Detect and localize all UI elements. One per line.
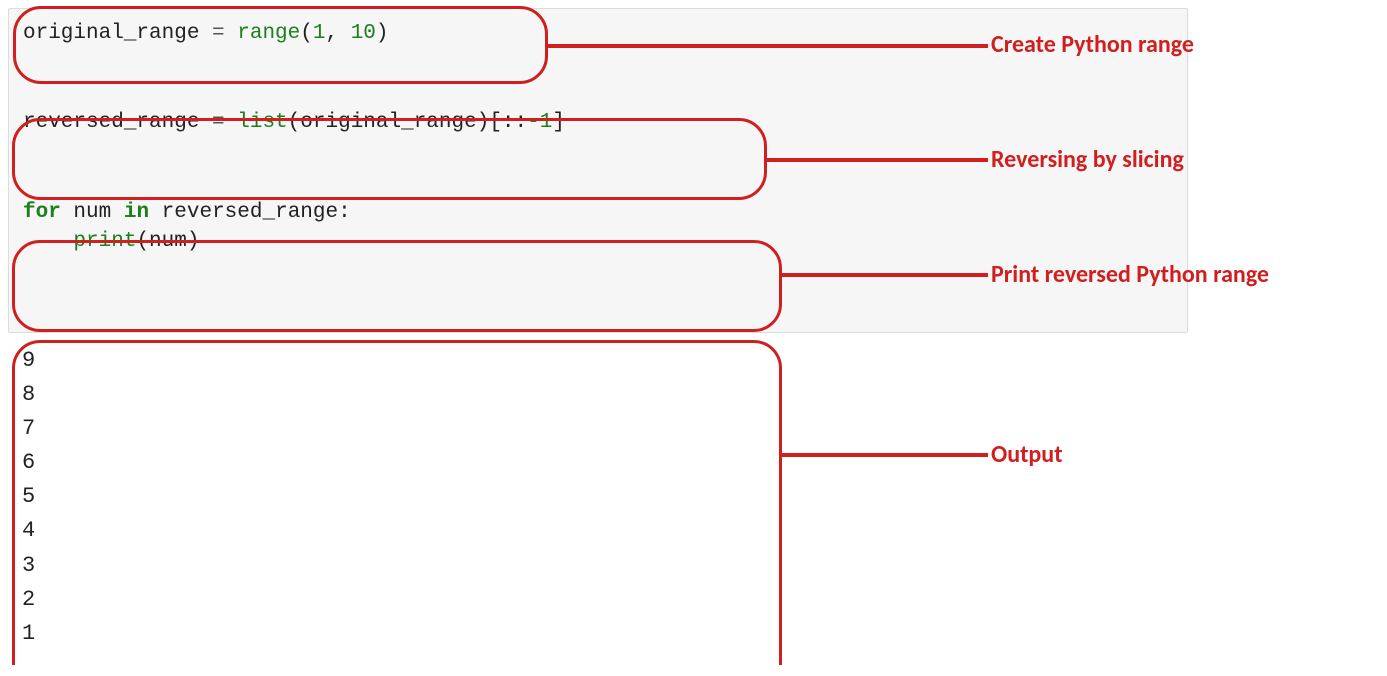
annotation-label-2: Reversing by slicing: [991, 145, 1184, 175]
token-fn: list: [237, 111, 287, 134]
output-line: 8: [22, 378, 1174, 412]
output-line: 1: [22, 617, 1174, 651]
code-line-3: for num in reversed_range:: [23, 198, 1173, 227]
token-iter: reversed_range:: [162, 201, 351, 224]
token-close: ): [376, 22, 389, 45]
output-line: 5: [22, 480, 1174, 514]
token-num: 1: [313, 22, 326, 45]
token-close: )[::: [477, 111, 527, 134]
blank-line: [23, 78, 1173, 108]
token-arg: num: [149, 230, 187, 253]
token-num: 10: [351, 22, 376, 45]
output-line: 3: [22, 549, 1174, 583]
token-var: num: [73, 201, 123, 224]
token-space: [61, 201, 74, 224]
token-var: reversed_range: [23, 111, 212, 134]
token-var: original_range: [23, 22, 212, 45]
token-eq: =: [212, 22, 237, 45]
output-block: 9 8 7 6 5 4 3 2 1: [8, 338, 1188, 657]
annotation-label-4: Output: [991, 440, 1063, 470]
token-open: (: [300, 22, 313, 45]
token-arg: original_range: [300, 111, 476, 134]
token-eq: =: [212, 111, 237, 134]
code-line-4: print(num): [23, 227, 1173, 256]
token-num: -1: [527, 111, 552, 134]
token-kw: in: [124, 201, 149, 224]
token-kw: for: [23, 201, 61, 224]
token-comma: ,: [325, 22, 350, 45]
token-fn: print: [73, 230, 136, 253]
token-end: ]: [552, 111, 565, 134]
output-line: 9: [22, 344, 1174, 378]
token-open: (: [288, 111, 301, 134]
code-line-2: reversed_range = list(original_range)[::…: [23, 108, 1173, 137]
token-space: [149, 201, 162, 224]
token-close: ): [187, 230, 200, 253]
annotation-label-1: Create Python range: [991, 30, 1194, 60]
output-line: 2: [22, 583, 1174, 617]
annotation-label-3: Print reversed Python range: [991, 260, 1271, 290]
diagram-container: original_range = range(1, 10) reversed_r…: [8, 8, 1379, 668]
output-line: 4: [22, 514, 1174, 548]
token-fn: range: [237, 22, 300, 45]
token-open: (: [136, 230, 149, 253]
token-indent: [23, 230, 73, 253]
